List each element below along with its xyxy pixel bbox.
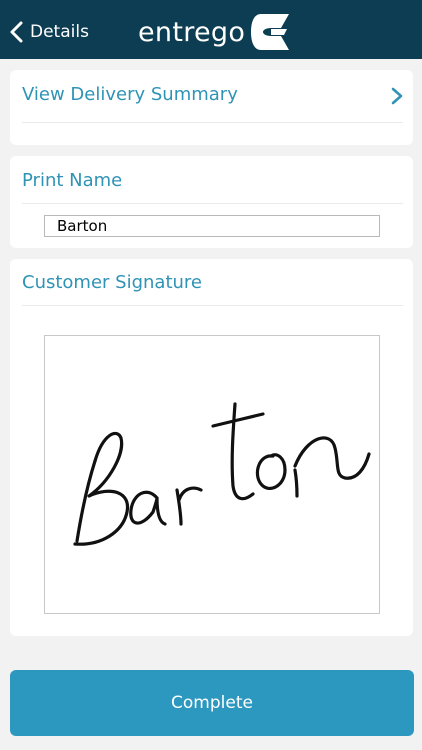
view-delivery-summary-link[interactable]: View Delivery Summary — [22, 84, 238, 105]
divider — [22, 305, 403, 306]
signature-drawing — [73, 402, 371, 546]
divider — [22, 122, 403, 123]
signature-pad[interactable] — [44, 335, 380, 614]
divider — [22, 203, 403, 204]
brand-name: entrego — [138, 16, 246, 48]
delivery-summary-card[interactable]: View Delivery Summary — [10, 70, 413, 145]
chevron-right-icon[interactable] — [390, 86, 404, 106]
customer-signature-title: Customer Signature — [22, 272, 202, 293]
app-header: Details entrego — [0, 0, 422, 59]
brand: entrego — [138, 12, 293, 52]
back-label: Details — [30, 22, 89, 42]
print-name-title: Print Name — [22, 170, 123, 191]
complete-button[interactable]: Complete — [10, 670, 414, 736]
entrego-logo-icon — [251, 14, 290, 50]
print-name-input[interactable]: Barton — [44, 215, 380, 237]
chevron-left-icon — [10, 21, 23, 43]
back-button[interactable]: Details — [8, 14, 89, 50]
